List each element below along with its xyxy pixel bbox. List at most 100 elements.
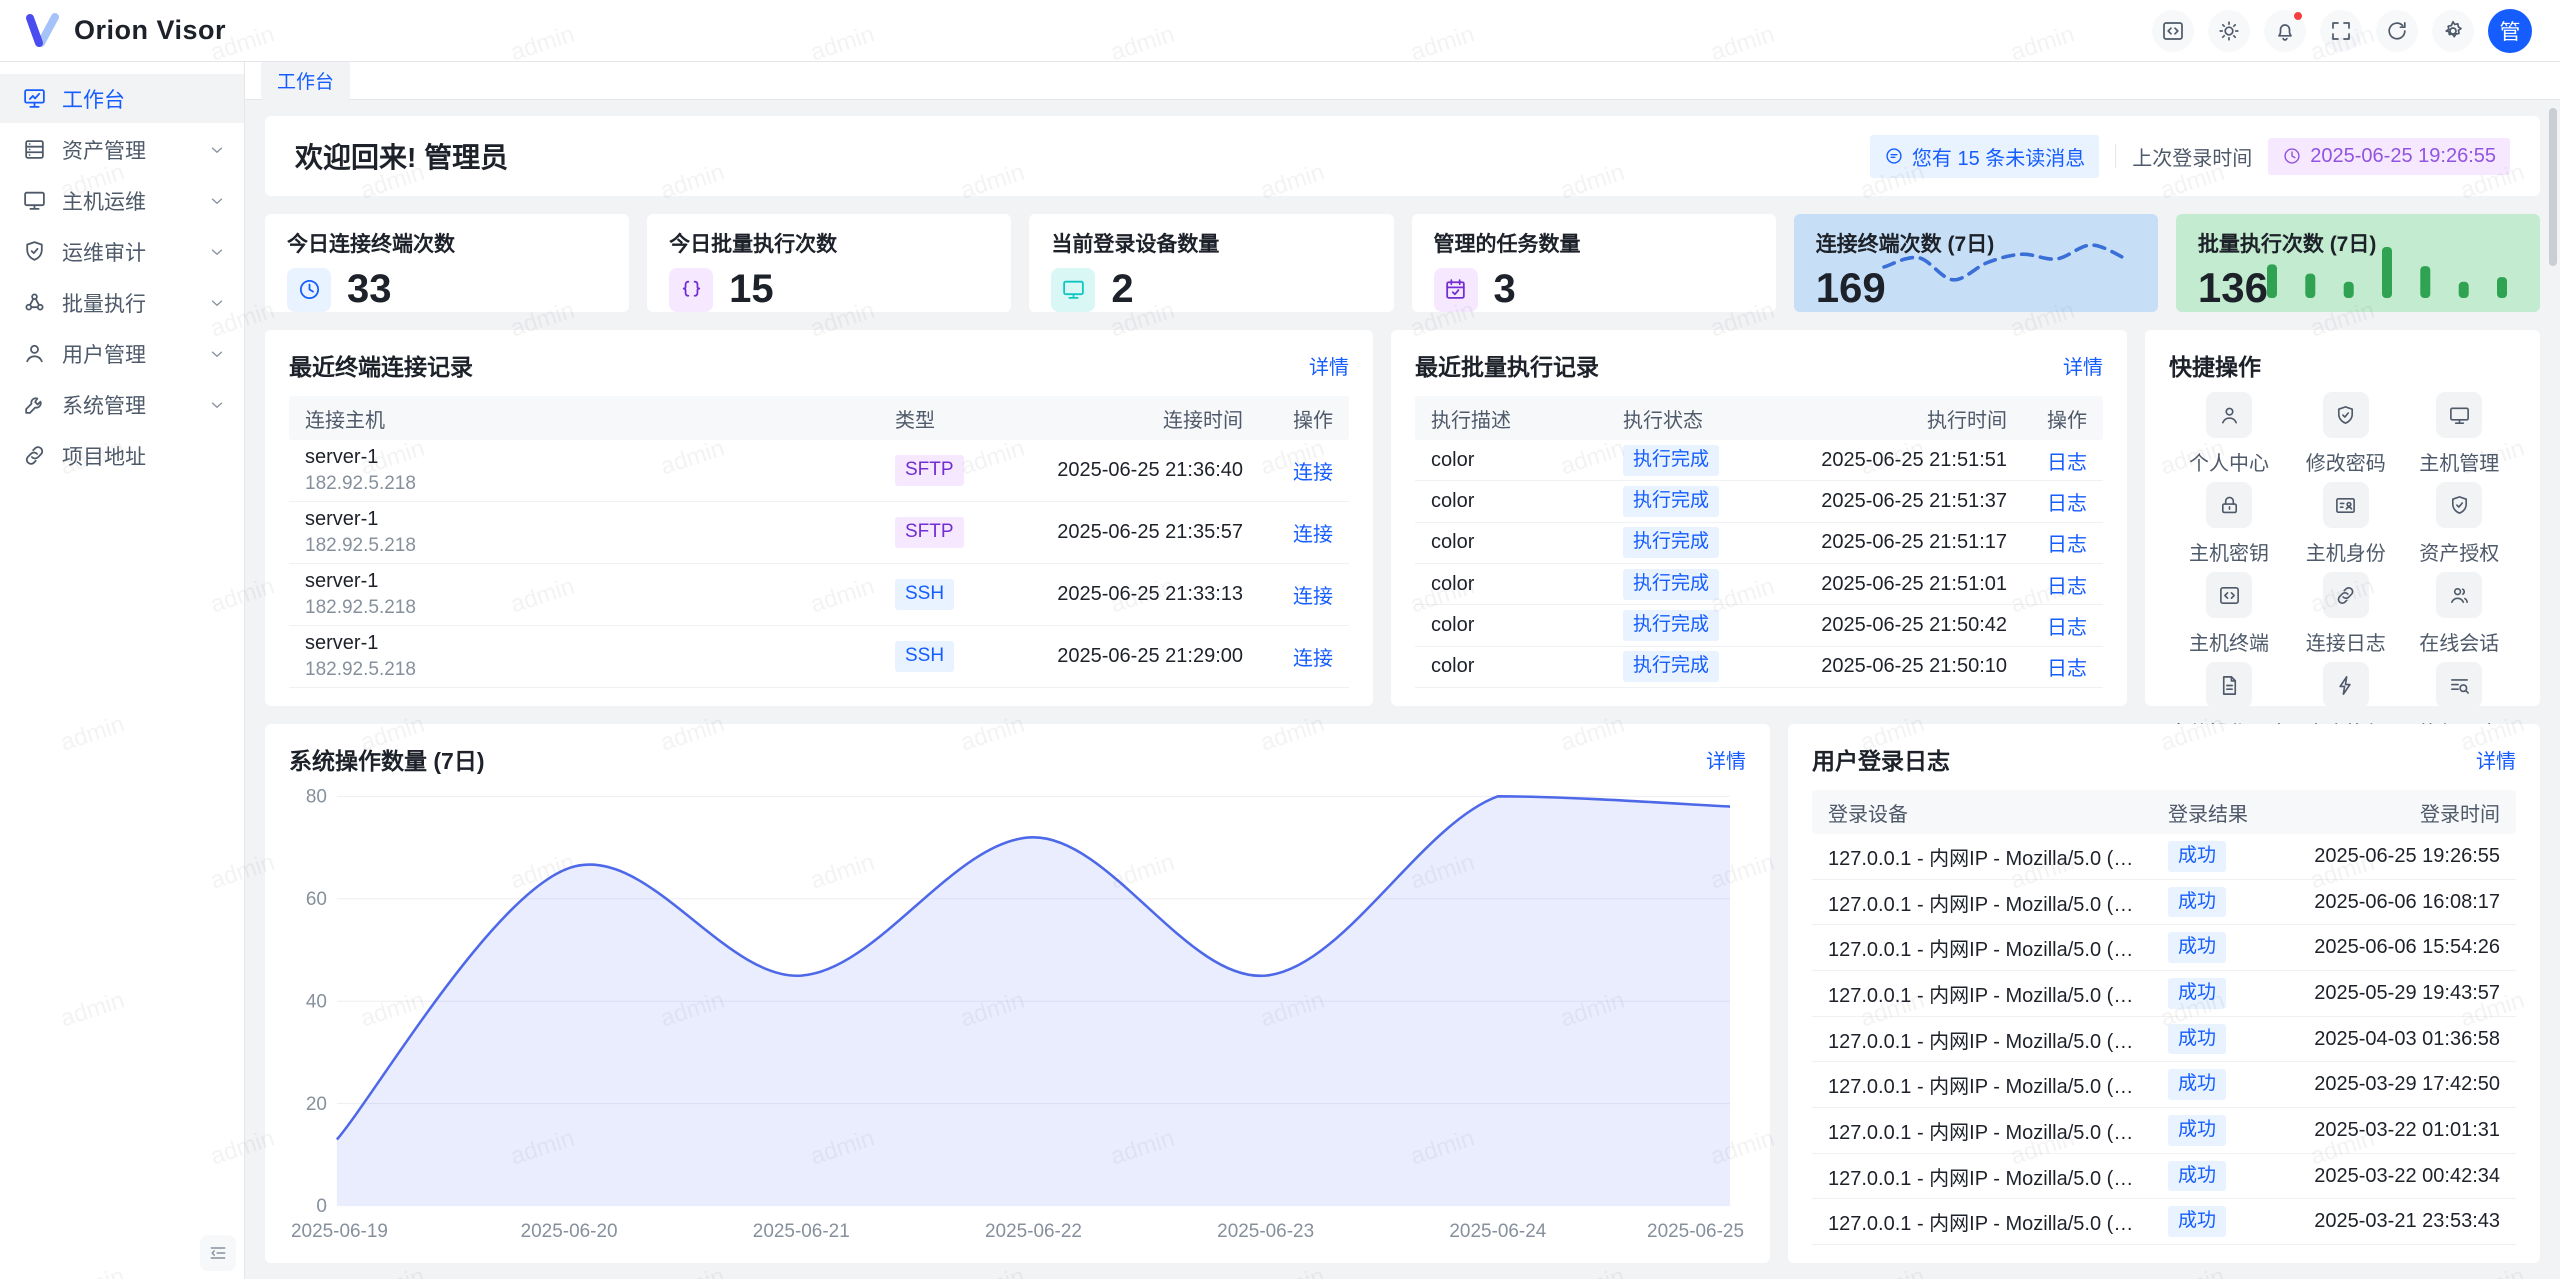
list-search-icon [2448, 674, 2471, 697]
monitor-icon [2448, 404, 2471, 427]
table-row: color 执行完成 2025-06-25 21:50:42 日志 [1415, 605, 2103, 646]
sidebar-item-label: 项目地址 [62, 441, 193, 471]
brightness-icon[interactable] [2208, 10, 2250, 52]
quick-action-item[interactable]: 在线会话 [2419, 572, 2499, 656]
quick-action-item[interactable]: 主机管理 [2419, 392, 2499, 476]
sidebar-item[interactable]: 批量执行 [0, 278, 244, 327]
app-title: Orion Visor [74, 15, 226, 46]
refresh-icon[interactable] [2376, 10, 2418, 52]
time-cell: 2025-06-25 21:35:57 [999, 521, 1259, 544]
fullscreen-icon[interactable] [2320, 10, 2362, 52]
connect-link[interactable]: 连接 [1293, 462, 1333, 484]
result-badge: 成功 [2168, 1206, 2226, 1237]
log-link[interactable]: 日志 [2047, 576, 2087, 598]
time-cell: 2025-03-22 00:42:34 [2276, 1165, 2516, 1188]
sidebar-item[interactable]: 用户管理 [0, 329, 244, 378]
avatar[interactable]: 管 [2488, 9, 2532, 53]
table-row: 127.0.0.1 - 内网IP - Mozilla/5.0 (Windows … [1812, 925, 2516, 971]
table-row: 127.0.0.1 - 内网IP - Mozilla/5.0 (Windows … [1812, 1154, 2516, 1200]
login-logs-detail-link[interactable]: 详情 [2476, 745, 2516, 774]
sidebar-item-label: 批量执行 [62, 288, 193, 318]
quick-action-item[interactable]: 主机身份 [2306, 482, 2386, 566]
time-cell: 2025-06-25 21:51:51 [1757, 449, 2023, 472]
result-badge: 成功 [2168, 887, 2226, 918]
host-cell: server-1 182.92.5.218 [289, 444, 879, 497]
svg-text:2025-06-21: 2025-06-21 [753, 1221, 850, 1242]
sidebar-item-label: 工作台 [62, 84, 193, 114]
sidebar-item[interactable]: 运维审计 [0, 227, 244, 276]
quick-action-label: 资产授权 [2419, 537, 2499, 566]
log-link[interactable]: 日志 [2047, 452, 2087, 474]
shield-check-icon [2334, 404, 2357, 427]
system-operations-chart: 0204060802025-06-192025-06-202025-06-212… [289, 782, 1746, 1245]
svg-text:0: 0 [316, 1196, 327, 1217]
quick-action-item[interactable]: 连接日志 [2306, 572, 2386, 656]
orion-visor-logo-icon [24, 12, 62, 50]
status-badge: 执行完成 [1623, 569, 1719, 600]
device-cell: 127.0.0.1 - 内网IP - Mozilla/5.0 (Windows … [1812, 1070, 2152, 1099]
stat-value: 2 [1111, 267, 1133, 312]
file-text-icon [2218, 674, 2241, 697]
panel-title: 系统操作数量 (7日) [289, 742, 485, 776]
time-cell: 2025-06-25 21:51:37 [1757, 490, 2023, 513]
quick-action-label: 连接日志 [2306, 627, 2386, 656]
log-link[interactable]: 日志 [2047, 534, 2087, 556]
status-badge: 执行完成 [1623, 527, 1719, 558]
log-link[interactable]: 日志 [2047, 493, 2087, 515]
time-cell: 2025-03-29 17:42:50 [2276, 1073, 2516, 1096]
chart-detail-link[interactable]: 详情 [1706, 745, 1746, 774]
batch-records-detail-link[interactable]: 详情 [2063, 351, 2103, 380]
stat-value: 3 [1494, 267, 1516, 312]
sidebar-item[interactable]: 项目地址 [0, 431, 244, 480]
stat-card-batch-today: 今日批量执行次数 15 [647, 214, 1011, 312]
quick-action-item[interactable]: 主机密钥 [2189, 482, 2269, 566]
log-link[interactable]: 日志 [2047, 658, 2087, 680]
bell-icon[interactable] [2264, 10, 2306, 52]
svg-text:2025-06-24: 2025-06-24 [1449, 1221, 1546, 1242]
sidebar-item[interactable]: 工作台 [0, 74, 244, 123]
sidebar: 工作台 资产管理 主机运维 运维审计 批 [0, 62, 245, 1279]
host-cell: server-1 182.92.5.218 [289, 630, 879, 683]
log-link[interactable]: 日志 [2047, 617, 2087, 639]
quick-action-item[interactable]: 修改密码 [2306, 392, 2386, 476]
terminal-records-panel: 最近终端连接记录 详情 连接主机 类型 连接时间 操作 [265, 330, 1373, 706]
scrollbar-thumb[interactable] [2549, 108, 2557, 266]
table-row: server-1 182.92.5.218 SSH 2025-06-25 21:… [289, 564, 1349, 626]
sidebar-item[interactable]: 主机运维 [0, 176, 244, 225]
sidebar-item[interactable]: 系统管理 [0, 380, 244, 429]
quick-action-item[interactable]: 主机终端 [2189, 572, 2269, 656]
sidebar-collapse-button[interactable] [200, 1235, 236, 1271]
unread-messages-badge[interactable]: 您有 15 条未读消息 [1870, 135, 2099, 178]
shield-check-icon [2448, 494, 2471, 517]
chevron-down-icon [208, 192, 226, 210]
connect-link[interactable]: 连接 [1293, 524, 1333, 546]
chevron-down-icon [208, 345, 226, 363]
device-cell: 127.0.0.1 - 内网IP - Mozilla/5.0 (Windows … [1812, 933, 2152, 962]
last-login-time-badge: 2025-06-25 19:26:55 [2268, 138, 2510, 175]
batch-records-table: 执行描述 执行状态 执行时间 操作 color 执行完成 2025-06-25 … [1415, 396, 2103, 688]
user-icon [2218, 404, 2241, 427]
sidebar-item[interactable]: 资产管理 [0, 125, 244, 174]
device-cell: 127.0.0.1 - 内网IP - Mozilla/5.0 (Windows … [1812, 1116, 2152, 1145]
bolt-icon [2334, 674, 2357, 697]
status-badge: 执行完成 [1623, 651, 1719, 682]
quick-action-item[interactable]: 个人中心 [2189, 392, 2269, 476]
connect-link[interactable]: 连接 [1293, 586, 1333, 608]
users-icon [2448, 584, 2471, 607]
clock-icon [287, 268, 331, 312]
host-cell: server-1 182.92.5.218 [289, 506, 879, 559]
quick-action-item[interactable]: 资产授权 [2419, 482, 2499, 566]
desc-cell: color [1415, 449, 1607, 472]
terminal-records-detail-link[interactable]: 详情 [1309, 351, 1349, 380]
desc-cell: color [1415, 614, 1607, 637]
code-icon [2218, 584, 2241, 607]
desc-cell: color [1415, 573, 1607, 596]
quick-actions-panel: 快捷操作 个人中心 修改密码 [2145, 330, 2540, 706]
code-icon[interactable] [2152, 10, 2194, 52]
device-cell: 127.0.0.1 - 内网IP - Mozilla/5.0 (Windows … [1812, 979, 2152, 1008]
time-cell: 2025-06-25 19:26:55 [2276, 845, 2516, 868]
connect-link[interactable]: 连接 [1293, 648, 1333, 670]
terminal-7d-sparkline [1870, 230, 2140, 306]
gear-icon[interactable] [2432, 10, 2474, 52]
tab-workbench[interactable]: 工作台 [261, 61, 350, 100]
